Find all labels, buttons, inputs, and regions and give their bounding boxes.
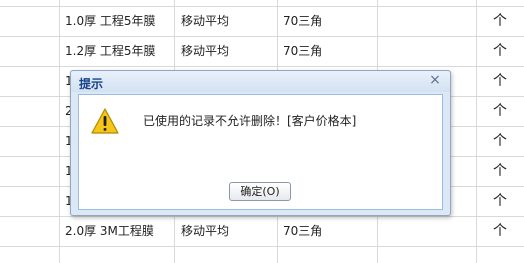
unit-cell[interactable]: 个	[476, 187, 524, 216]
color-cell[interactable]: 70三角	[277, 37, 377, 66]
method-cell[interactable]: 移动平均	[174, 217, 277, 246]
unit-cell[interactable]: 个	[476, 157, 524, 186]
row-lead-cell	[0, 217, 59, 246]
table-row[interactable]: 1.2厚 工程5年膜 移动平均 70三角 个	[0, 37, 524, 67]
unit-cell[interactable]: 个	[476, 67, 524, 96]
unit-cell[interactable]: 个	[476, 37, 524, 66]
grid-top-edge	[0, 0, 524, 7]
warning-icon	[91, 108, 119, 134]
column-divider	[59, 0, 60, 263]
spec-cell[interactable]: 2.0厚 3M工程膜	[59, 217, 174, 246]
row-lead-cell	[0, 127, 59, 156]
dialog-header[interactable]: 提示 ×	[71, 71, 450, 92]
row-lead-cell	[0, 67, 59, 96]
spec-cell[interactable]: 1.2厚 工程5年膜	[59, 37, 174, 66]
color-cell[interactable]: 70三角	[277, 7, 377, 36]
row-lead-cell	[0, 187, 59, 216]
unit-cell[interactable]: 个	[476, 97, 524, 126]
spec-cell[interactable]: 1.0厚 工程5年膜	[59, 7, 174, 36]
extra-cell[interactable]	[377, 7, 476, 36]
row-lead-cell	[0, 37, 59, 66]
method-cell[interactable]: 移动平均	[174, 7, 277, 36]
dialog-title: 提示	[79, 77, 104, 91]
row-lead-cell	[0, 157, 59, 186]
row-lead-cell	[0, 97, 59, 126]
extra-cell[interactable]	[377, 37, 476, 66]
dialog-body: 已使用的记录不允许删除！[客户价格本] 确定(O)	[78, 94, 443, 210]
alert-dialog: 提示 × 已使用的记录不允许删除！[客户价格本] 确定(O)	[70, 70, 451, 216]
ok-button[interactable]: 确定(O)	[229, 182, 291, 201]
table-row[interactable]: 2.0厚 3M工程膜 移动平均 70三角 个	[0, 217, 524, 247]
unit-cell[interactable]: 个	[476, 217, 524, 246]
method-cell[interactable]: 移动平均	[174, 37, 277, 66]
color-cell[interactable]: 70三角	[277, 217, 377, 246]
dialog-message: 已使用的记录不允许删除！[客户价格本]	[143, 114, 357, 128]
table-row[interactable]: 1.0厚 工程5年膜 移动平均 70三角 个	[0, 7, 524, 37]
row-lead-cell	[0, 7, 59, 36]
close-icon[interactable]: ×	[428, 73, 442, 87]
column-divider	[476, 0, 477, 263]
unit-cell[interactable]: 个	[476, 7, 524, 36]
extra-cell[interactable]	[377, 217, 476, 246]
unit-cell[interactable]: 个	[476, 127, 524, 156]
